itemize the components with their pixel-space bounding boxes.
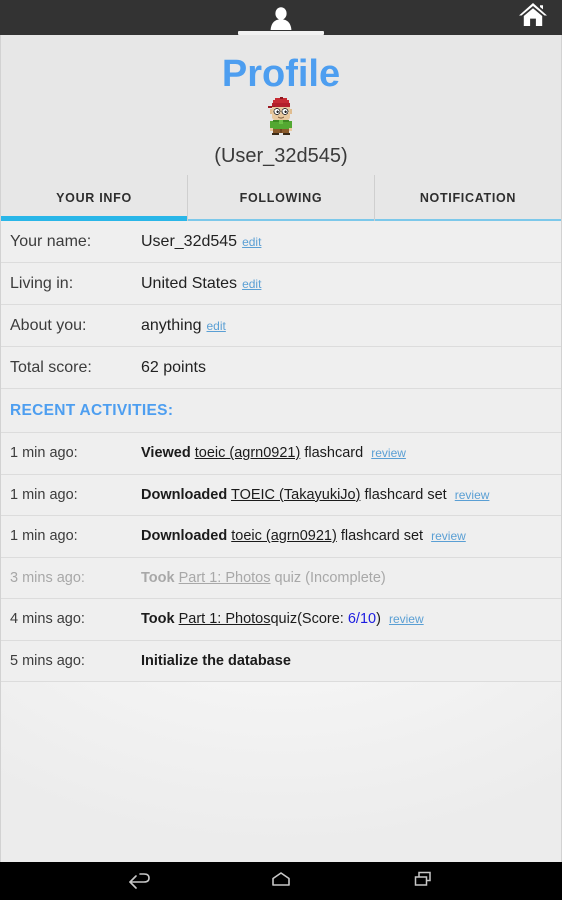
content-area: Profile (User_32d545) YOUR INFO FOLLOWIN… [0, 35, 562, 862]
tab-notification[interactable]: NOTIFICATION [374, 175, 561, 221]
app-root: Profile (User_32d545) YOUR INFO FOLLOWIN… [0, 0, 562, 900]
activity-text: Took Part 1: Photos quiz (Incomplete) [141, 570, 386, 586]
info-row-total-score: Total score: 62 points [1, 347, 561, 389]
activity-suffix: flashcard set [340, 528, 424, 545]
action-bar [0, 0, 562, 35]
recent-activities-heading: RECENT ACTIVITIES: [1, 389, 561, 433]
home-outline-icon [266, 869, 296, 894]
activity-item-link[interactable]: TOEIC (TakayukiJo) [231, 487, 360, 503]
tab-following-label: FOLLOWING [239, 191, 323, 205]
activity-review-link[interactable]: review [431, 529, 466, 543]
activity-verb: Took [141, 569, 175, 586]
activity-item-link[interactable]: toeic (agrn0921) [231, 528, 337, 544]
activity-time: 1 min ago: [10, 528, 78, 545]
back-arrow-icon [124, 869, 154, 894]
profile-tab-button[interactable] [235, 0, 327, 35]
info-label: Your name: [10, 232, 92, 250]
info-value: User_32d545 [141, 232, 238, 250]
home-icon [518, 1, 548, 34]
edit-about-link[interactable]: edit [207, 319, 226, 333]
activity-row: 5 mins ago: Initialize the database [1, 640, 561, 682]
activity-suffix: flashcard [304, 445, 364, 462]
username-label: (User_32d545) [214, 145, 348, 167]
activity-text: Initialize the database [141, 653, 291, 669]
info-label: Living in: [10, 274, 74, 292]
activity-review-link[interactable]: review [371, 446, 406, 460]
activity-time: 1 min ago: [10, 486, 78, 503]
profile-header: Profile (User_32d545) [1, 35, 561, 175]
activity-row: 1 min ago: Downloaded TOEIC (TakayukiJo)… [1, 474, 561, 516]
info-value: United States [141, 274, 238, 292]
activity-verb: Initialize the database [141, 652, 291, 669]
tab-your-info-label: YOUR INFO [56, 191, 132, 205]
activity-time: 5 mins ago: [10, 652, 85, 669]
recent-activities-heading-label: RECENT ACTIVITIES: [10, 401, 174, 419]
edit-location-link[interactable]: edit [242, 277, 261, 291]
avatar-character-icon [261, 96, 301, 141]
page-title: Profile [221, 53, 341, 95]
activity-verb: Downloaded [141, 486, 228, 503]
activity-review-link[interactable]: review [389, 612, 424, 626]
activity-suffix: quiz (Incomplete) [274, 569, 386, 586]
activity-text: Downloaded TOEIC (TakayukiJo) flashcard … [141, 487, 489, 503]
activity-text: Viewed toeic (agrn0921) flashcard review [141, 445, 406, 461]
activity-item-link[interactable]: toeic (agrn0921) [195, 445, 301, 461]
activity-text: Downloaded toeic (agrn0921) flashcard se… [141, 528, 466, 544]
activity-suffix-post: ) [376, 611, 381, 628]
activity-verb: Downloaded [141, 528, 228, 545]
info-row-about-you: About you: anything edit [1, 305, 561, 347]
activity-review-link[interactable]: review [455, 488, 490, 502]
tab-underline [188, 219, 374, 221]
tab-your-info[interactable]: YOUR INFO [1, 175, 187, 221]
info-label: Total score: [10, 358, 92, 376]
activity-row: 1 min ago: Viewed toeic (agrn0921) flash… [1, 433, 561, 475]
activity-score: 6/10 [347, 611, 377, 628]
activity-verb: Viewed [141, 445, 191, 462]
activity-row: 1 min ago: Downloaded toeic (agrn0921) f… [1, 516, 561, 558]
avatar[interactable] [1, 96, 561, 141]
tab-underline [1, 216, 187, 221]
activity-time: 4 mins ago: [10, 611, 85, 628]
activity-item-link[interactable]: Part 1: Photos [179, 611, 271, 627]
activity-time: 1 min ago: [10, 445, 78, 462]
tab-following[interactable]: FOLLOWING [187, 175, 374, 221]
activity-row: 4 mins ago: Took Part 1: Photosquiz(Scor… [1, 599, 561, 641]
person-icon [268, 6, 294, 30]
info-list: Your name: User_32d545 edit Living in: U… [1, 221, 561, 389]
activity-item-link[interactable]: Part 1: Photos [179, 570, 271, 586]
info-row-your-name: Your name: User_32d545 edit [1, 221, 561, 263]
info-value: 62 points [141, 358, 206, 376]
recents-icon [408, 869, 438, 894]
activity-suffix: flashcard set [364, 486, 447, 503]
system-nav-bar [0, 862, 562, 900]
nav-back-button[interactable] [114, 862, 164, 900]
nav-recents-button[interactable] [398, 862, 448, 900]
activity-suffix-pre: quiz(Score: [270, 611, 348, 628]
activity-verb: Took [141, 611, 175, 628]
activity-row: 3 mins ago: Took Part 1: Photos quiz (In… [1, 557, 561, 599]
tab-bar: YOUR INFO FOLLOWING NOTIFICATION [1, 175, 561, 221]
info-row-living-in: Living in: United States edit [1, 263, 561, 305]
tab-underline [375, 219, 561, 221]
edit-name-link[interactable]: edit [242, 235, 261, 249]
info-label: About you: [10, 316, 87, 334]
nav-home-button[interactable] [256, 862, 306, 900]
activity-text: Took Part 1: Photosquiz(Score: 6/10) rev… [141, 611, 424, 627]
activity-time: 3 mins ago: [10, 569, 85, 586]
info-value: anything [141, 316, 202, 334]
tab-notification-label: NOTIFICATION [419, 191, 517, 205]
home-button[interactable] [510, 0, 556, 35]
